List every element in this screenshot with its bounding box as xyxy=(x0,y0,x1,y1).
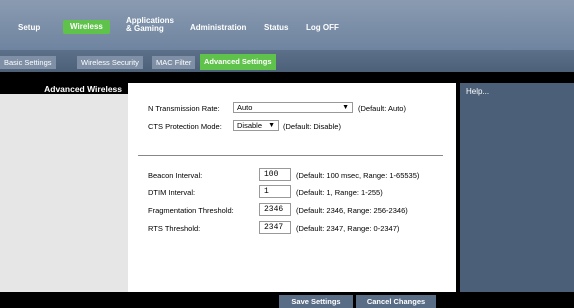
rts-hint: (Default: 2347, Range: 0-2347) xyxy=(296,224,400,233)
menu-wireless[interactable]: Wireless xyxy=(63,20,110,35)
chevron-down-icon: ▼ xyxy=(342,104,349,111)
sub-navigation: Basic Settings Wireless Security MAC Fil… xyxy=(0,50,574,72)
rts-label: RTS Threshold: xyxy=(148,224,201,233)
beacon-input[interactable]: 100 xyxy=(259,168,291,181)
tab-basic-settings[interactable]: Basic Settings xyxy=(0,56,56,69)
dtim-label: DTIM Interval: xyxy=(148,188,196,197)
rts-input[interactable]: 2347 xyxy=(259,221,291,234)
n-rate-label: N Transmission Rate: xyxy=(148,104,220,113)
save-settings-button[interactable]: Save Settings xyxy=(279,295,353,308)
cts-hint: (Default: Disable) xyxy=(283,122,341,131)
cts-value: Disable xyxy=(237,121,263,130)
tab-wireless-security[interactable]: Wireless Security xyxy=(77,56,143,69)
tab-mac-filter[interactable]: MAC Filter xyxy=(152,56,196,69)
n-rate-hint: (Default: Auto) xyxy=(358,104,406,113)
cancel-changes-button[interactable]: Cancel Changes xyxy=(356,295,436,308)
frag-input[interactable]: 2346 xyxy=(259,203,291,216)
cts-select[interactable]: Disable ▼ xyxy=(233,120,279,131)
chevron-down-icon: ▼ xyxy=(268,122,275,129)
help-link[interactable]: Help... xyxy=(466,87,489,96)
section-divider xyxy=(138,155,443,156)
dtim-hint: (Default: 1, Range: 1-255) xyxy=(296,188,383,197)
dtim-input[interactable]: 1 xyxy=(259,185,291,198)
menu-administration[interactable]: Administration xyxy=(190,23,246,32)
frag-label: Fragmentation Threshold: xyxy=(148,206,234,215)
help-panel: Help... xyxy=(460,83,574,292)
menu-status[interactable]: Status xyxy=(264,23,288,32)
n-rate-select[interactable]: Auto ▼ xyxy=(233,102,353,113)
tab-advanced-settings[interactable]: Advanced Settings xyxy=(200,54,276,70)
header-divider xyxy=(0,72,574,83)
menu-logoff[interactable]: Log OFF xyxy=(306,23,339,32)
beacon-label: Beacon Interval: xyxy=(148,171,203,180)
n-rate-value: Auto xyxy=(237,103,253,112)
top-navigation: Setup Wireless Applications & Gaming Adm… xyxy=(0,0,574,50)
help-column: Help... xyxy=(456,83,574,292)
menu-applications-line2: & Gaming xyxy=(126,24,164,34)
cts-label: CTS Protection Mode: xyxy=(148,122,222,131)
menu-setup[interactable]: Setup xyxy=(18,23,40,32)
frag-hint: (Default: 2346, Range: 256-2346) xyxy=(296,206,408,215)
left-column: Advanced Wireless xyxy=(0,83,128,292)
main-content: N Transmission Rate: Auto ▼ (Default: Au… xyxy=(128,83,456,292)
section-header: Advanced Wireless xyxy=(0,83,128,94)
section-title: Advanced Wireless xyxy=(44,84,122,94)
menu-applications-gaming[interactable]: Applications & Gaming xyxy=(126,16,174,34)
beacon-hint: (Default: 100 msec, Range: 1-65535) xyxy=(296,171,420,180)
